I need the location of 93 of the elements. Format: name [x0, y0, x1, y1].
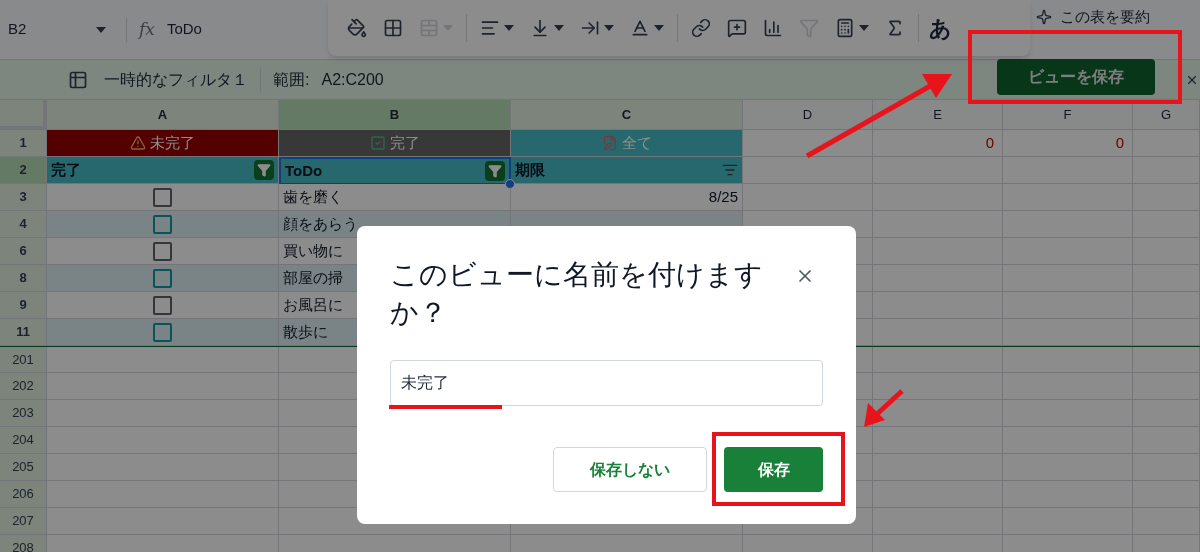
table-cell: 0: [873, 130, 1003, 157]
grid-cell: [1133, 184, 1200, 211]
header-label: 期限: [515, 159, 545, 180]
grid-cell: [1133, 211, 1200, 238]
grid-cell: [1133, 347, 1200, 373]
checkbox[interactable]: [153, 241, 172, 261]
save-button[interactable]: 保存: [724, 447, 823, 492]
column-header[interactable]: G: [1133, 100, 1200, 130]
annotation-arrow: [864, 389, 904, 427]
function-symbol: fx: [139, 17, 155, 41]
grid-cell: [1133, 319, 1200, 346]
column-header[interactable]: A: [47, 100, 279, 130]
grid-cell: [1133, 238, 1200, 265]
checkbox[interactable]: [153, 295, 172, 315]
row-number: 4: [0, 211, 47, 238]
caret-icon: [443, 25, 453, 31]
summarize-button[interactable]: この表を要約: [1060, 6, 1150, 29]
row-number: 8: [0, 265, 47, 292]
range-field[interactable]: A2:C200: [321, 67, 384, 92]
check-square-icon: [369, 135, 386, 151]
filter-button[interactable]: [722, 162, 738, 178]
grid-cell: [1133, 427, 1200, 454]
range-label: 範囲:: [273, 69, 310, 90]
calculator-icon: [835, 18, 855, 38]
banner-label: 全て: [621, 132, 652, 153]
note-pencil-icon: [601, 135, 618, 151]
row-number: 2: [0, 157, 47, 184]
grid-cell: [1133, 130, 1200, 157]
save-view-button[interactable]: ビューを保存: [997, 59, 1155, 95]
grid-cell: [1133, 481, 1200, 508]
grid-cell: [1133, 157, 1200, 184]
row-number: 6: [0, 238, 47, 265]
name-box[interactable]: B2: [0, 12, 118, 47]
grid-cell: [1133, 373, 1200, 400]
filter-view-name[interactable]: 一時的なフィルタ１: [104, 67, 248, 92]
name-input-field[interactable]: 未完了: [390, 360, 823, 406]
merge-cells-icon: [419, 18, 439, 38]
checkbox[interactable]: [153, 322, 172, 342]
row-number: 202: [0, 373, 47, 400]
column-header[interactable]: C: [511, 100, 743, 130]
chart-icon: [763, 18, 783, 38]
caret-icon: [604, 25, 614, 31]
grid-cell: [1133, 508, 1200, 535]
column-header[interactable]: E: [873, 100, 1003, 130]
row-number: 206: [0, 481, 47, 508]
checkbox[interactable]: [153, 268, 172, 288]
formula-field[interactable]: ToDo: [166, 18, 202, 41]
link-icon: [691, 18, 711, 38]
checkbox[interactable]: [153, 214, 172, 234]
row-number: 203: [0, 400, 47, 427]
row-number: 207: [0, 508, 47, 535]
row-number: 205: [0, 454, 47, 481]
row-number: 201: [0, 347, 47, 373]
row-number: 1: [0, 130, 47, 157]
banner-label: 未完了: [150, 132, 195, 153]
caret-icon: [504, 25, 514, 31]
header-label: 完了: [51, 159, 81, 180]
active-filter-button[interactable]: [254, 160, 274, 180]
row-number: 3: [0, 184, 47, 211]
corner-cell[interactable]: [0, 100, 47, 130]
grid-cell: [1133, 292, 1200, 319]
filter-icon: [799, 18, 819, 38]
caret-icon: [859, 25, 869, 31]
warning-icon: [130, 135, 146, 151]
column-header[interactable]: B: [279, 100, 511, 130]
filter-view-icon: [68, 69, 88, 90]
row-number: 208: [0, 535, 47, 552]
vertical-align-icon: [530, 18, 550, 38]
header-label: ToDo: [285, 160, 323, 181]
sparkle-icon: [1036, 9, 1052, 26]
grid-cell: [1133, 265, 1200, 292]
add-comment-icon: [727, 18, 747, 38]
dont-save-button[interactable]: 保存しない: [553, 447, 707, 492]
column-header[interactable]: D: [743, 100, 873, 130]
grid-cell: [1133, 454, 1200, 481]
align-left-icon: [480, 18, 500, 38]
caret-icon: [654, 25, 664, 31]
text-color-icon: [630, 18, 650, 38]
caret-icon: [554, 25, 564, 31]
borders-icon: [383, 18, 403, 38]
checkbox[interactable]: [153, 187, 172, 207]
input-tool-button[interactable]: あ: [929, 11, 952, 45]
row-number: 9: [0, 292, 47, 319]
active-filter-button[interactable]: [485, 161, 505, 181]
caret-icon: [96, 26, 106, 33]
row-number: 11: [0, 319, 47, 346]
wrap-text-icon: [580, 18, 600, 38]
paint-bucket-icon: [347, 18, 367, 38]
close-icon[interactable]: [1185, 73, 1199, 87]
row-number: 204: [0, 427, 47, 454]
table-cell: 0: [1003, 130, 1133, 157]
grid-cell: [1133, 400, 1200, 427]
banner-label: 完了: [389, 132, 420, 153]
